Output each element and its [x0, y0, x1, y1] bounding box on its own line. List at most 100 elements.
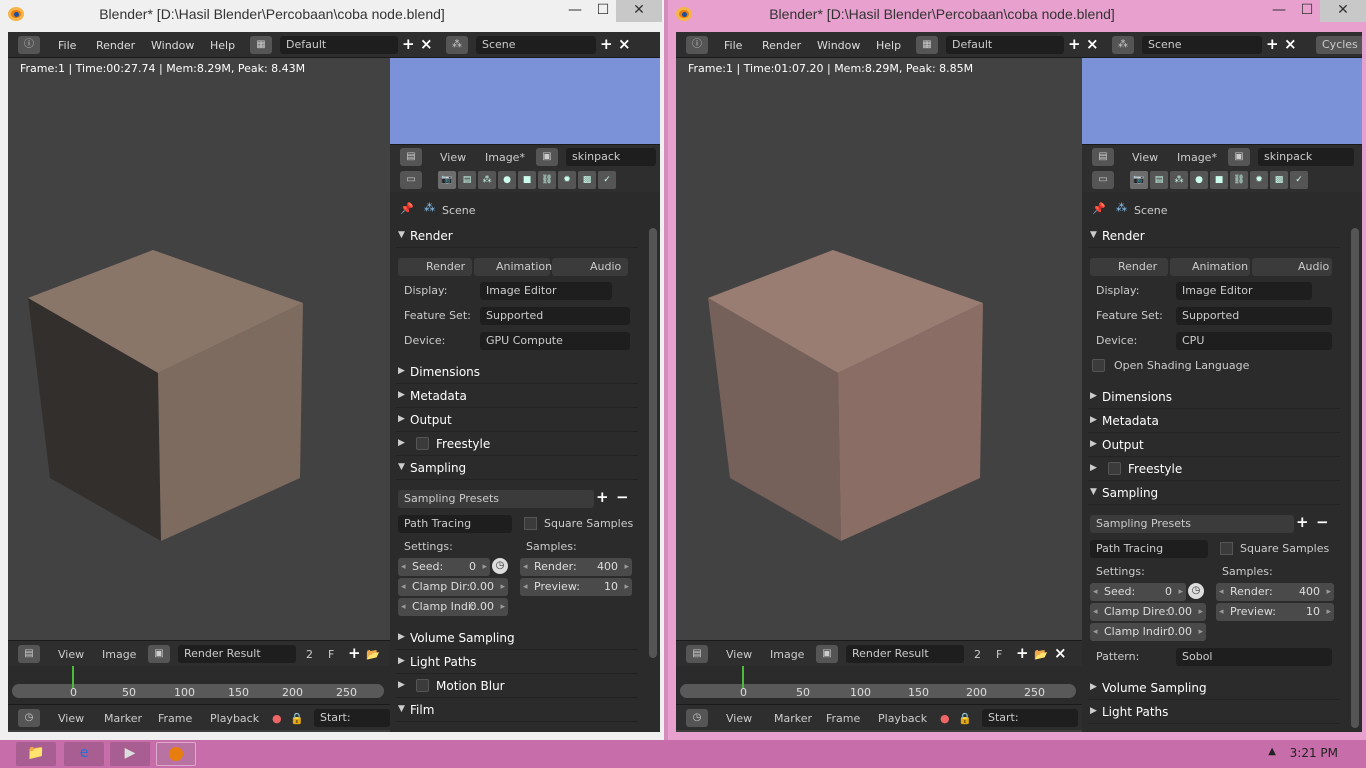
- image-menu[interactable]: Image*: [1177, 151, 1217, 164]
- menu-render[interactable]: Render: [96, 39, 135, 52]
- image-editor-bottom-icon[interactable]: ▤: [686, 645, 708, 663]
- properties-editor-icon[interactable]: ▭: [1092, 171, 1114, 189]
- properties-scrollbar[interactable]: [1351, 228, 1359, 728]
- image-view-menu[interactable]: View: [440, 151, 466, 164]
- close-button[interactable]: ✕: [616, 0, 662, 22]
- freestyle-checkbox[interactable]: [416, 437, 429, 450]
- start-frame-field[interactable]: Start:: [982, 709, 1078, 727]
- path-tracing-dropdown[interactable]: Path Tracing: [1090, 540, 1208, 558]
- render-result-browse-icon[interactable]: ▣: [816, 645, 838, 663]
- render-tab-icon[interactable]: 📷: [1130, 171, 1148, 189]
- modifiers-tab-icon[interactable]: ✹: [1250, 171, 1268, 189]
- maximize-button[interactable]: ☐: [1292, 0, 1322, 22]
- dimensions-panel-header[interactable]: ▶ Dimensions: [1088, 385, 1340, 409]
- file-explorer-icon[interactable]: 📁: [16, 742, 56, 766]
- menu-help[interactable]: Help: [876, 39, 901, 52]
- motion-blur-panel-header[interactable]: ▶ Motion Blur: [396, 674, 638, 698]
- output-panel-header[interactable]: ▶ Output: [396, 408, 638, 432]
- scene-icon[interactable]: ⁂: [1112, 36, 1134, 54]
- scene-tab-icon[interactable]: ⁂: [478, 171, 496, 189]
- timeline-playback-menu[interactable]: Playback: [210, 712, 259, 725]
- render-samples-field[interactable]: Render:400: [520, 558, 632, 576]
- info-editor-icon[interactable]: ⓘ: [686, 36, 708, 54]
- film-panel-header[interactable]: ▼ Film: [396, 698, 638, 722]
- modifiers-tab-icon[interactable]: ✹: [558, 171, 576, 189]
- constraints-tab-icon[interactable]: ⛓: [538, 171, 556, 189]
- menu-file[interactable]: File: [58, 39, 76, 52]
- timeline-marker-menu[interactable]: Marker: [774, 712, 812, 725]
- remove-scene-button[interactable]: ×: [1284, 35, 1297, 53]
- animation-button[interactable]: Animation: [1170, 258, 1250, 276]
- timeline-track[interactable]: [12, 684, 384, 698]
- add-scene-button[interactable]: +: [600, 35, 613, 53]
- open-folder-icon[interactable]: 📂: [366, 648, 380, 661]
- clock-seed-icon[interactable]: ◷: [1188, 583, 1204, 599]
- fake-user-button[interactable]: F: [996, 648, 1002, 661]
- lock-icon[interactable]: 🔒: [290, 712, 304, 725]
- pin-icon[interactable]: 📌: [1092, 202, 1106, 215]
- square-samples-checkbox[interactable]: [1220, 542, 1233, 555]
- tray-arrow-icon[interactable]: ▲: [1268, 746, 1276, 757]
- freestyle-panel-header[interactable]: ▶ Freestyle: [396, 432, 638, 456]
- timeline-playback-menu[interactable]: Playback: [878, 712, 927, 725]
- preview-samples-field[interactable]: Preview:10: [520, 578, 632, 596]
- render-engine-dropdown[interactable]: Cycles: [1316, 36, 1362, 54]
- metadata-panel-header[interactable]: ▶ Metadata: [396, 384, 638, 408]
- add-layout-button[interactable]: +: [402, 35, 415, 53]
- render-panel-header[interactable]: ▼ Render: [1088, 224, 1340, 248]
- slot-number[interactable]: 2: [974, 648, 981, 661]
- render-layers-tab-icon[interactable]: ▤: [1150, 171, 1168, 189]
- new-image-button[interactable]: +: [348, 644, 361, 662]
- timeline-editor-icon[interactable]: ◷: [18, 709, 40, 727]
- timeline-frame-menu[interactable]: Frame: [826, 712, 860, 725]
- render-layers-tab-icon[interactable]: ▤: [458, 171, 476, 189]
- timeline-view-menu[interactable]: View: [726, 712, 752, 725]
- timeline-editor-icon[interactable]: ◷: [686, 709, 708, 727]
- image-name-field[interactable]: skinpack: [566, 148, 656, 166]
- sampling-presets-dropdown[interactable]: Sampling Presets: [1090, 515, 1294, 533]
- clamp-indirect-field[interactable]: Clamp Indir:0.00: [1090, 623, 1206, 641]
- world-tab-icon[interactable]: ●: [1190, 171, 1208, 189]
- image-menu[interactable]: Image*: [485, 151, 525, 164]
- motion-blur-checkbox[interactable]: [416, 679, 429, 692]
- freestyle-panel-header[interactable]: ▶ Freestyle: [1088, 457, 1340, 481]
- audio-button[interactable]: Audio: [552, 258, 628, 276]
- timeline-frame-menu[interactable]: Frame: [158, 712, 192, 725]
- volume-sampling-panel-header[interactable]: ▶ Volume Sampling: [1088, 676, 1340, 700]
- render-result-browse-icon[interactable]: ▣: [148, 645, 170, 663]
- path-tracing-dropdown[interactable]: Path Tracing: [398, 515, 512, 533]
- sampling-presets-dropdown[interactable]: Sampling Presets: [398, 490, 594, 508]
- sampling-panel-header[interactable]: ▼ Sampling: [396, 456, 638, 480]
- add-scene-button[interactable]: +: [1266, 35, 1279, 53]
- animation-button[interactable]: Animation: [474, 258, 552, 276]
- remove-preset-button[interactable]: −: [1316, 513, 1329, 531]
- clamp-indirect-field[interactable]: Clamp Indi:0.00: [398, 598, 508, 616]
- 3d-viewport[interactable]: Frame:1 | Time:00:27.74 | Mem:8.29M, Pea…: [8, 58, 390, 640]
- clock-seed-icon[interactable]: ◷: [492, 558, 508, 574]
- device-dropdown[interactable]: CPU: [1176, 332, 1332, 350]
- unlink-image-button[interactable]: ×: [1054, 644, 1067, 662]
- pattern-dropdown[interactable]: Sobol: [1176, 648, 1332, 666]
- current-frame-marker[interactable]: [742, 666, 744, 688]
- scene-field[interactable]: Scene: [1142, 36, 1262, 54]
- add-preset-button[interactable]: +: [1296, 513, 1309, 531]
- remove-preset-button[interactable]: −: [616, 488, 629, 506]
- osl-checkbox[interactable]: [1092, 359, 1105, 372]
- feature-set-dropdown[interactable]: Supported: [1176, 307, 1332, 325]
- menu-help[interactable]: Help: [210, 39, 235, 52]
- physics-tab-icon[interactable]: ✓: [1290, 171, 1308, 189]
- square-samples-checkbox[interactable]: [524, 517, 537, 530]
- render-tab-icon[interactable]: 📷: [438, 171, 456, 189]
- metadata-panel-header[interactable]: ▶ Metadata: [1088, 409, 1340, 433]
- output-panel-header[interactable]: ▶ Output: [1088, 433, 1340, 457]
- light-paths-panel-header[interactable]: ▶ Light Paths: [1088, 700, 1340, 724]
- slot-number[interactable]: 2: [306, 648, 313, 661]
- layout-icon[interactable]: ▦: [916, 36, 938, 54]
- add-layout-button[interactable]: +: [1068, 35, 1081, 53]
- fake-user-button[interactable]: F: [328, 648, 334, 661]
- image-browse-icon[interactable]: ▣: [536, 148, 558, 166]
- world-tab-icon[interactable]: ●: [498, 171, 516, 189]
- display-dropdown[interactable]: Image Editor: [480, 282, 612, 300]
- menu-window[interactable]: Window: [817, 39, 860, 52]
- seed-field[interactable]: Seed:0: [1090, 583, 1186, 601]
